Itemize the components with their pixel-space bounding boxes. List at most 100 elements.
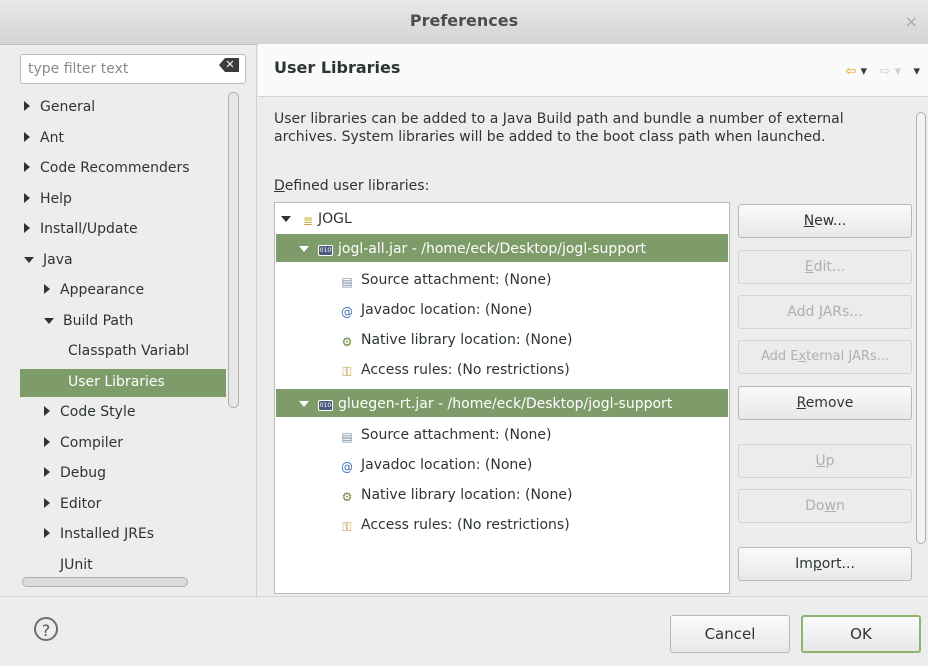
access-rules-icon: ⚿ — [342, 520, 352, 534]
tree-item-label: Debug — [60, 465, 107, 481]
tree-item-installed-jres[interactable]: Installed JREs — [44, 521, 154, 547]
tree-item-compiler[interactable]: Compiler — [44, 430, 123, 456]
jar-attribute-row[interactable]: ▤ Source attachment: (None) — [339, 422, 551, 448]
collapsed-arrow-icon[interactable] — [44, 467, 50, 477]
page-header: User Libraries ⇦ ▾ ⇨ ▾ ▾ — [258, 44, 928, 97]
import-button[interactable]: Import... — [738, 547, 912, 581]
access-rules-icon: ⚿ — [342, 365, 352, 379]
collapsed-arrow-icon[interactable] — [44, 528, 50, 538]
tree-item-junit[interactable]: JUnit — [44, 552, 93, 578]
button-label: emove — [805, 395, 854, 411]
jar-attribute-row[interactable]: ⚙ Native library location: (None) — [339, 327, 573, 353]
tree-vertical-scrollbar[interactable] — [228, 92, 239, 408]
tree-item-install-update[interactable]: Install/Update — [24, 216, 138, 242]
tree-item-label: Code Recommenders — [40, 160, 190, 176]
tree-item-user-libraries[interactable]: User Libraries — [64, 369, 165, 395]
preference-tree: General Ant Code Recommenders Help Install/U… — [24, 94, 226, 578]
jar-attribute-row[interactable]: ⚙ Native library location: (None) — [339, 482, 573, 508]
expanded-arrow-icon[interactable] — [299, 401, 309, 407]
tree-item-label: Code Style — [60, 404, 136, 420]
ok-button[interactable]: OK — [801, 615, 921, 653]
library-node[interactable]: ≣ JOGL — [281, 206, 352, 232]
tree-item-code-style[interactable]: Code Style — [44, 399, 135, 425]
collapsed-arrow-icon[interactable] — [24, 101, 30, 111]
collapsed-arrow-icon[interactable] — [44, 497, 50, 508]
page-title: User Libraries — [274, 58, 401, 77]
tree-item-label: Java — [43, 251, 73, 268]
collapsed-arrow-icon[interactable] — [44, 284, 50, 294]
defined-libraries-label: Defined user libraries: — [274, 178, 429, 194]
javadoc-icon: @ — [341, 460, 353, 474]
tree-item-editor[interactable]: Editor — [44, 491, 101, 517]
tree-item-java[interactable]: Java — [24, 247, 73, 273]
jar-attribute-row[interactable]: @ Javadoc location: (None) — [339, 452, 532, 478]
window-title: Preferences — [409, 11, 519, 30]
down-button[interactable]: Down — [738, 489, 912, 523]
clear-filter-icon[interactable]: ✕ — [219, 58, 239, 72]
tree-item-label: Classpath Variabl — [68, 343, 190, 359]
add-jars-button[interactable]: Add JARs... — [738, 295, 912, 329]
tree-item-general[interactable]: General — [24, 94, 95, 120]
expanded-arrow-icon[interactable] — [44, 317, 54, 324]
jar-attribute-label: Access rules: (No restrictions) — [361, 362, 570, 378]
up-button[interactable]: Up — [738, 444, 912, 478]
tree-item-appearance[interactable]: Appearance — [44, 277, 144, 303]
tree-horizontal-scrollbar[interactable] — [22, 577, 188, 587]
collapsed-arrow-icon[interactable] — [24, 223, 30, 233]
cancel-button[interactable]: Cancel — [670, 615, 790, 653]
expanded-arrow-icon[interactable] — [299, 246, 309, 252]
filter-input[interactable]: type filter text ✕ — [20, 54, 246, 84]
jar-attribute-row[interactable]: @ Javadoc location: (None) — [339, 297, 532, 323]
mnemonic-char: E — [804, 259, 814, 275]
button-label: n — [835, 498, 845, 514]
label-rest: efined user libraries: — [284, 178, 430, 194]
tree-item-debug[interactable]: Debug — [44, 460, 106, 486]
tree-item-code-recommenders[interactable]: Code Recommenders — [24, 155, 190, 181]
jar-label: gluegen-rt.jar - /home/eck/Desktop/jogl-… — [338, 396, 673, 412]
dialog-footer: ? Cancel OK — [0, 596, 928, 666]
navigation-arrows: ⇦ ▾ ⇨ ▾ ▾ — [846, 64, 921, 79]
close-icon[interactable]: × — [905, 12, 918, 31]
user-libraries-tree[interactable]: ≣ JOGL 010 jogl-all.jar - /home/eck/Desktop… — [274, 202, 730, 594]
library-name: JOGL — [318, 211, 352, 227]
title-bar: Preferences × — [0, 0, 928, 45]
collapsed-arrow-icon[interactable] — [24, 131, 30, 142]
expanded-arrow-icon[interactable] — [281, 216, 291, 222]
jar-attribute-label: Source attachment: (None) — [361, 272, 552, 288]
jar-node[interactable]: 010 jogl-all.jar - /home/eck/Desktop/jogl… — [299, 236, 646, 262]
view-menu-icon[interactable]: ▾ — [913, 64, 920, 79]
tree-item-help[interactable]: Help — [24, 186, 72, 212]
expanded-arrow-icon[interactable] — [24, 256, 34, 263]
mnemonic-char: U — [815, 453, 826, 469]
collapsed-arrow-icon[interactable] — [44, 406, 50, 416]
new-button[interactable]: New... — [738, 204, 912, 238]
collapsed-arrow-icon[interactable] — [44, 436, 50, 447]
tree-item-classpath-variabl[interactable]: Classpath Variabl — [64, 338, 189, 364]
mnemonic-char: w — [824, 498, 836, 514]
tree-item-label: Editor — [60, 495, 102, 512]
button-label: dit... — [813, 259, 846, 275]
button-label: Add E — [760, 349, 799, 364]
page-description: User libraries can be added to a Java Bu… — [274, 111, 844, 145]
jar-attribute-row[interactable]: ⚿ Access rules: (No restrictions) — [339, 357, 570, 383]
back-dropdown-icon[interactable]: ▾ — [861, 64, 868, 79]
tree-item-build-path[interactable]: Build Path — [44, 308, 133, 334]
jar-attribute-row[interactable]: ⚿ Access rules: (No restrictions) — [339, 512, 569, 538]
page-vertical-scrollbar[interactable] — [916, 112, 926, 544]
back-arrow-icon[interactable]: ⇦ — [846, 64, 857, 79]
tree-item-ant[interactable]: Ant — [24, 125, 64, 151]
button-label: Im — [795, 556, 813, 572]
add-external-jars-button[interactable]: Add External JARs... — [738, 340, 912, 374]
source-attachment-icon: ▤ — [341, 275, 353, 289]
jar-node[interactable]: 010 gluegen-rt.jar - /home/eck/Desktop/jo… — [299, 391, 672, 417]
help-icon[interactable]: ? — [34, 617, 58, 641]
pane-divider[interactable] — [256, 44, 257, 596]
collapsed-arrow-icon[interactable] — [24, 192, 30, 203]
tree-item-label: Compiler — [60, 434, 124, 451]
collapsed-arrow-icon[interactable] — [24, 162, 30, 172]
edit-button[interactable]: Edit... — [738, 250, 912, 284]
mnemonic-char: N — [803, 213, 815, 229]
jar-file-icon: 010 — [318, 400, 333, 411]
jar-attribute-row[interactable]: ▤ Source attachment: (None) — [339, 267, 551, 293]
remove-button[interactable]: Remove — [738, 386, 912, 420]
